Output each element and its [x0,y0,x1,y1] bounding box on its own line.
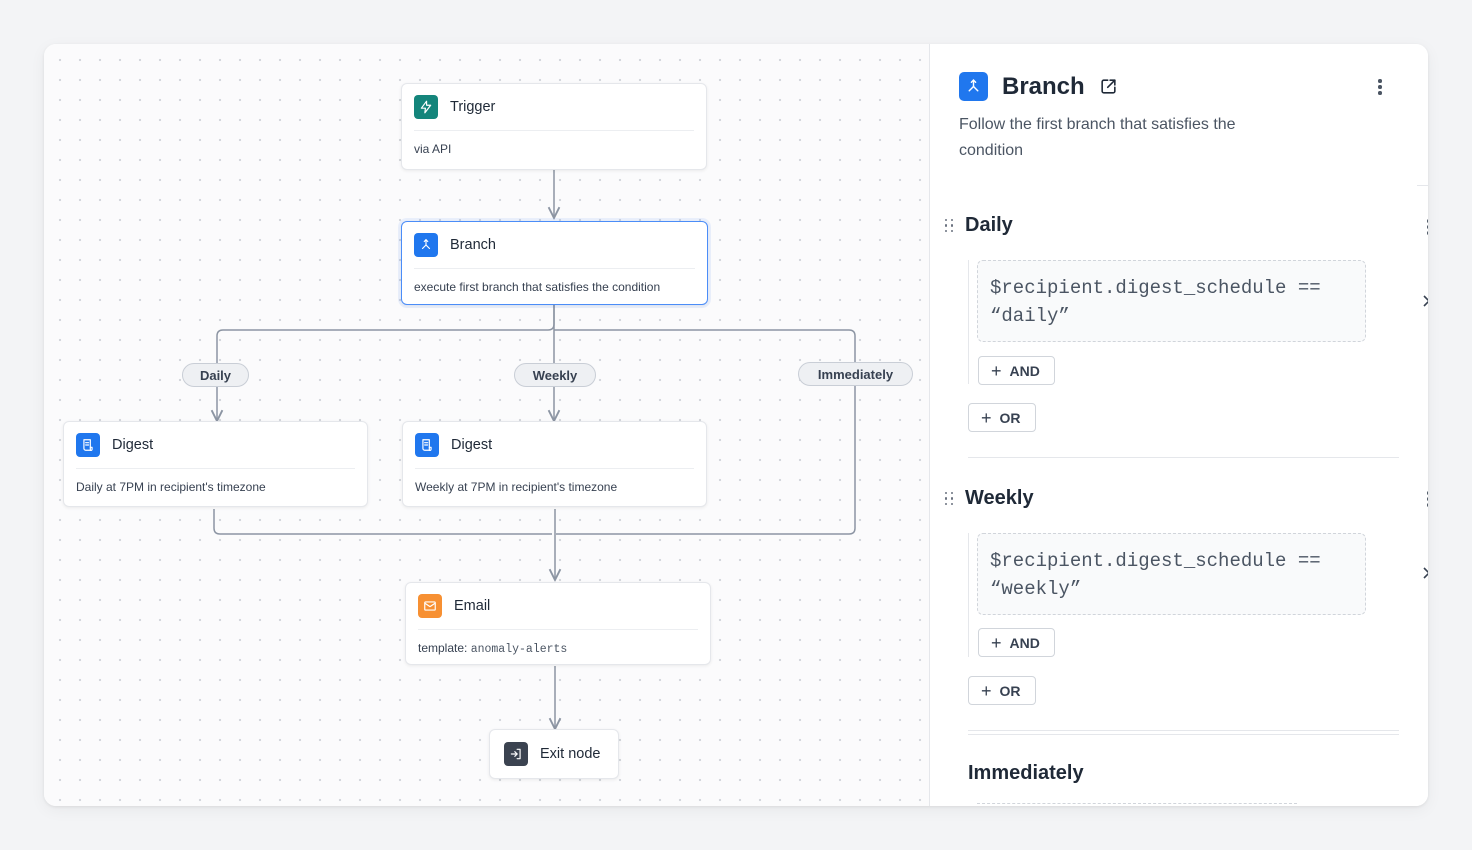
and-button-label: AND [1009,634,1040,651]
digest-daily-node-header: Digest [76,422,355,469]
section-daily-header: Daily [943,214,1013,237]
section-immediately-header: Immediately [968,762,1084,785]
branch-node-subtitle: execute first branch that satisfies the … [414,280,661,294]
exit-node[interactable]: Exit node [489,729,619,779]
or-button-label: OR [999,409,1021,426]
section-weekly-header: Weekly [943,487,1034,510]
branch-node[interactable]: Branch execute first branch that satisfi… [401,221,708,305]
email-template-code: anomaly-alerts [470,643,568,656]
section-daily-or-button[interactable]: + OR [968,403,1036,432]
digest-weekly-node-title: Digest [451,437,493,453]
digest-icon [415,433,439,457]
panel-header: Branch [959,72,1118,101]
section-weekly-group-line [968,533,969,657]
panel-more-menu-icon[interactable] [1370,77,1390,97]
branch-node-header: Branch [414,222,695,269]
divider [1417,185,1428,186]
section-daily-and-button[interactable]: + AND [978,356,1055,385]
digest-weekly-node-subtitle: Weekly at 7PM in recipient's timezone [415,480,618,494]
section-daily-group-line [968,260,969,384]
email-node-header: Email [418,583,698,630]
panel-title: Branch [1002,72,1085,100]
branch-label-immediately[interactable]: Immediately [798,362,913,386]
digest-daily-node-subtitle: Daily at 7PM in recipient's timezone [76,480,266,494]
plus-icon: + [981,407,992,428]
condition-line-1: $recipient.digest_schedule == [990,277,1321,299]
plus-icon: + [991,632,1002,653]
section-immediately-condition-edge [977,803,1297,806]
remove-condition-close-icon[interactable] [1419,291,1428,311]
branch-settings-panel: Branch Follow the first branch that sati… [931,44,1428,806]
email-node-title: Email [454,598,491,614]
panel-description: Follow the first branch that satisfies t… [959,116,1236,159]
plus-icon: + [981,680,992,701]
branch-icon [959,72,988,101]
section-weekly-condition[interactable]: $recipient.digest_schedule == “weekly” [977,533,1366,615]
email-node[interactable]: Email template: anomaly-alerts [405,582,711,665]
trigger-node-header: Trigger [414,84,694,131]
section-daily-menu-icon[interactable] [1419,217,1428,237]
email-template-label: template: [418,641,468,655]
section-weekly-and-button[interactable]: + AND [978,628,1055,657]
edge-branch-daily [217,305,555,421]
and-button-label: AND [1009,362,1040,379]
divider [968,734,1399,735]
drag-handle-icon[interactable] [943,218,955,233]
branch-node-title: Branch [450,237,496,253]
section-weekly-title: Weekly [965,487,1034,509]
digest-daily-node[interactable]: Digest Daily at 7PM in recipient's timez… [63,421,368,507]
section-immediately-title: Immediately [968,762,1084,784]
branch-label-daily[interactable]: Daily [182,363,249,387]
external-link-icon[interactable] [1099,77,1118,96]
or-button-label: OR [999,682,1021,699]
section-daily-condition[interactable]: $recipient.digest_schedule == “daily” [977,260,1366,342]
condition-line-1: $recipient.digest_schedule == [990,550,1321,572]
section-weekly-or-button[interactable]: + OR [968,676,1036,705]
workflow-editor-window: Trigger via API Branch execute first bra… [44,44,1428,806]
divider [968,730,1399,731]
remove-condition-close-icon[interactable] [1419,563,1428,583]
plus-icon: + [991,360,1002,381]
exit-node-title: Exit node [540,746,601,762]
edge-daily-merge [213,509,552,535]
email-node-subtitle: template: anomaly-alerts [418,641,567,656]
branch-label-weekly[interactable]: Weekly [514,363,596,387]
trigger-node[interactable]: Trigger via API [401,83,707,170]
workflow-canvas[interactable]: Trigger via API Branch execute first bra… [44,44,930,806]
section-weekly-menu-icon[interactable] [1419,489,1428,509]
digest-weekly-node-header: Digest [415,422,694,469]
branch-icon [414,233,438,257]
trigger-node-subtitle: via API [414,142,452,156]
digest-daily-node-title: Digest [112,437,154,453]
condition-line-2: “weekly” [990,578,1082,600]
trigger-node-title: Trigger [450,99,496,115]
divider [968,457,1399,458]
mail-icon [418,594,442,618]
section-daily-title: Daily [965,214,1013,236]
digest-weekly-node[interactable]: Digest Weekly at 7PM in recipient's time… [402,421,707,507]
drag-handle-icon[interactable] [943,491,955,506]
lightning-icon [414,95,438,119]
condition-line-2: “daily” [990,305,1070,327]
exit-icon [504,742,528,766]
digest-icon [76,433,100,457]
